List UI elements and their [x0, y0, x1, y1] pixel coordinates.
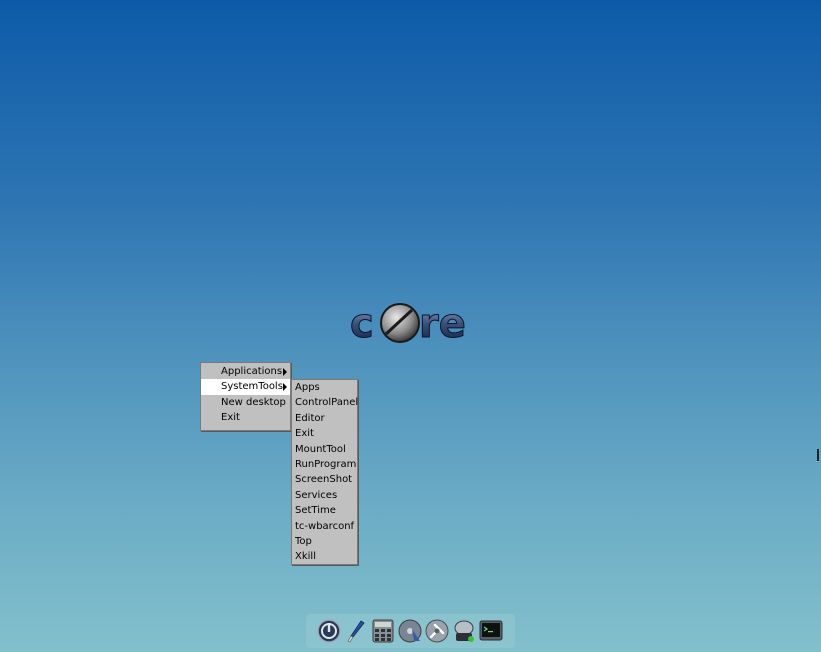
submenu-item-tc-wbarconf[interactable]: tc-wbarconf: [292, 519, 357, 534]
submenu-item-top[interactable]: Top: [292, 534, 357, 549]
menu-item-new-desktop[interactable]: New desktop: [201, 395, 290, 410]
desktop[interactable]: c re Applications SystemTools New deskto…: [0, 0, 821, 652]
network-icon[interactable]: [452, 619, 476, 643]
power-icon[interactable]: [317, 619, 341, 643]
menu-item-exit[interactable]: Exit: [201, 410, 290, 425]
systemtools-submenu: Apps ControlPanel Editor Exit MountTool …: [291, 379, 358, 565]
menu-item-label: Applications: [221, 366, 283, 377]
menu-item-applications[interactable]: Applications: [201, 364, 290, 379]
calculator-icon[interactable]: [371, 619, 395, 643]
root-menu: Applications SystemTools New desktop Exi…: [200, 362, 291, 431]
text-cursor-icon: [817, 449, 819, 461]
menu-item-label: New desktop: [221, 396, 286, 408]
submenu-item-settime[interactable]: SetTime: [292, 503, 357, 518]
tinycore-logo: c re: [350, 298, 468, 348]
logo-letter-c: c: [350, 301, 374, 347]
submenu-item-exit[interactable]: Exit: [292, 426, 357, 441]
menu-item-label: Exit: [221, 412, 240, 424]
submenu-item-screenshot[interactable]: ScreenShot: [292, 472, 357, 487]
settings-wrench-icon[interactable]: [425, 619, 449, 643]
submenu-arrow-icon: [283, 383, 287, 392]
mount-drive-icon[interactable]: [398, 619, 422, 643]
submenu-item-mounttool[interactable]: MountTool: [292, 442, 357, 457]
submenu-item-runprogram[interactable]: RunProgram: [292, 457, 357, 472]
terminal-icon[interactable]: [479, 619, 503, 643]
submenu-item-editor[interactable]: Editor: [292, 411, 357, 426]
submenu-item-controlpanel[interactable]: ControlPanel: [292, 395, 358, 410]
menu-item-label: SystemTools: [221, 381, 283, 393]
paintbrush-icon[interactable]: [344, 619, 368, 643]
submenu-arrow-icon: [283, 368, 287, 376]
menu-item-systemtools[interactable]: SystemTools: [201, 379, 290, 395]
wbar-dock: [306, 614, 515, 648]
submenu-item-services[interactable]: Services: [292, 488, 357, 503]
logo-letters-re: re: [419, 301, 466, 347]
submenu-item-xkill[interactable]: Xkill: [292, 549, 357, 564]
submenu-item-apps[interactable]: Apps: [292, 380, 357, 395]
